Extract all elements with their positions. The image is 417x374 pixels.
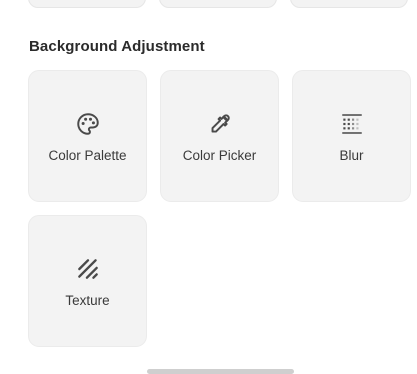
previous-option-card[interactable] xyxy=(159,0,277,8)
previous-option-card[interactable] xyxy=(290,0,408,8)
home-indicator[interactable] xyxy=(147,369,294,374)
texture-button[interactable]: Texture xyxy=(28,215,147,347)
color-palette-button[interactable]: Color Palette xyxy=(28,70,147,202)
palette-icon xyxy=(74,110,102,138)
color-picker-label: Color Picker xyxy=(182,147,257,163)
color-picker-button[interactable]: Color Picker xyxy=(160,70,279,202)
blur-label: Blur xyxy=(339,147,364,163)
blur-icon xyxy=(338,110,366,138)
texture-icon xyxy=(74,255,102,283)
blur-button[interactable]: Blur xyxy=(292,70,411,202)
color-palette-label: Color Palette xyxy=(48,147,127,163)
previous-option-card[interactable] xyxy=(28,0,146,8)
background-adjustment-grid: Color Palette Color Picker Blur Texture xyxy=(28,70,411,347)
section-title: Background Adjustment xyxy=(29,38,205,55)
texture-label: Texture xyxy=(65,292,110,308)
eyedropper-icon xyxy=(206,110,234,138)
previous-section-row xyxy=(28,0,408,8)
